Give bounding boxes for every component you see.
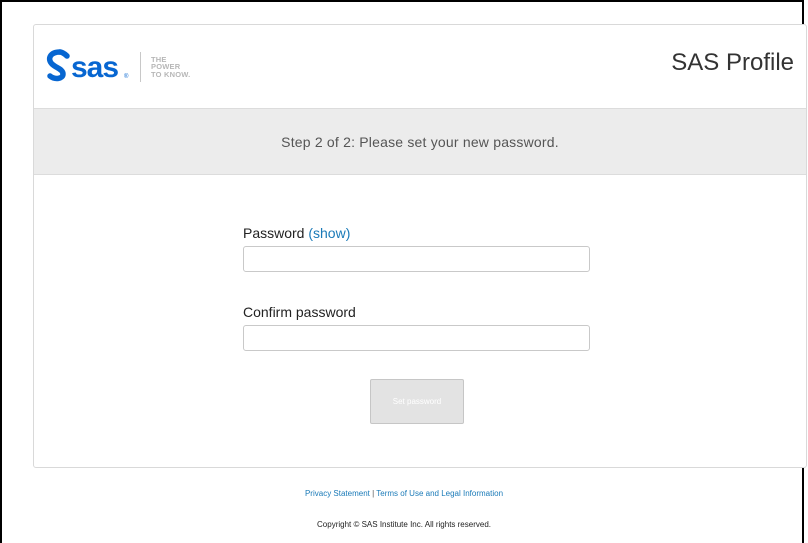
terms-of-use-link[interactable]: Terms of Use and Legal Information xyxy=(376,489,503,498)
logo-divider xyxy=(140,52,141,82)
svg-text:®: ® xyxy=(124,73,129,80)
app-title: SAS Profile xyxy=(671,49,794,76)
sas-logo-wordmark: sas xyxy=(71,51,118,84)
password-label-text: Password xyxy=(243,225,305,241)
footer-links: Privacy Statement | Terms of Use and Leg… xyxy=(2,489,806,498)
password-form: Password (show) Confirm password xyxy=(243,223,591,351)
confirm-password-label: Confirm password xyxy=(243,304,356,320)
password-input[interactable] xyxy=(243,246,590,272)
page-frame: sas ® THE POWER TO KNOW. SAS Profile Ste… xyxy=(0,0,807,543)
confirm-password-input[interactable] xyxy=(243,325,590,351)
set-password-button[interactable]: Set password xyxy=(370,379,464,424)
profile-card: sas ® THE POWER TO KNOW. SAS Profile Ste… xyxy=(33,24,807,468)
footer-separator: | xyxy=(372,489,375,498)
sas-logo-mark-icon: sas ® xyxy=(46,49,129,84)
card-header: sas ® THE POWER TO KNOW. SAS Profile xyxy=(34,25,806,109)
logo-tagline: THE POWER TO KNOW. xyxy=(151,54,191,79)
step-text: Step 2 of 2: Please set your new passwor… xyxy=(281,133,559,150)
step-banner: Step 2 of 2: Please set your new passwor… xyxy=(34,109,806,175)
sas-logo[interactable]: sas ® THE POWER TO KNOW. xyxy=(44,47,211,87)
show-password-link[interactable]: (show) xyxy=(308,225,350,241)
password-label: Password (show) xyxy=(243,223,591,243)
copyright-text: Copyright © SAS Institute Inc. All right… xyxy=(317,520,491,529)
privacy-statement-link[interactable]: Privacy Statement xyxy=(305,489,370,498)
